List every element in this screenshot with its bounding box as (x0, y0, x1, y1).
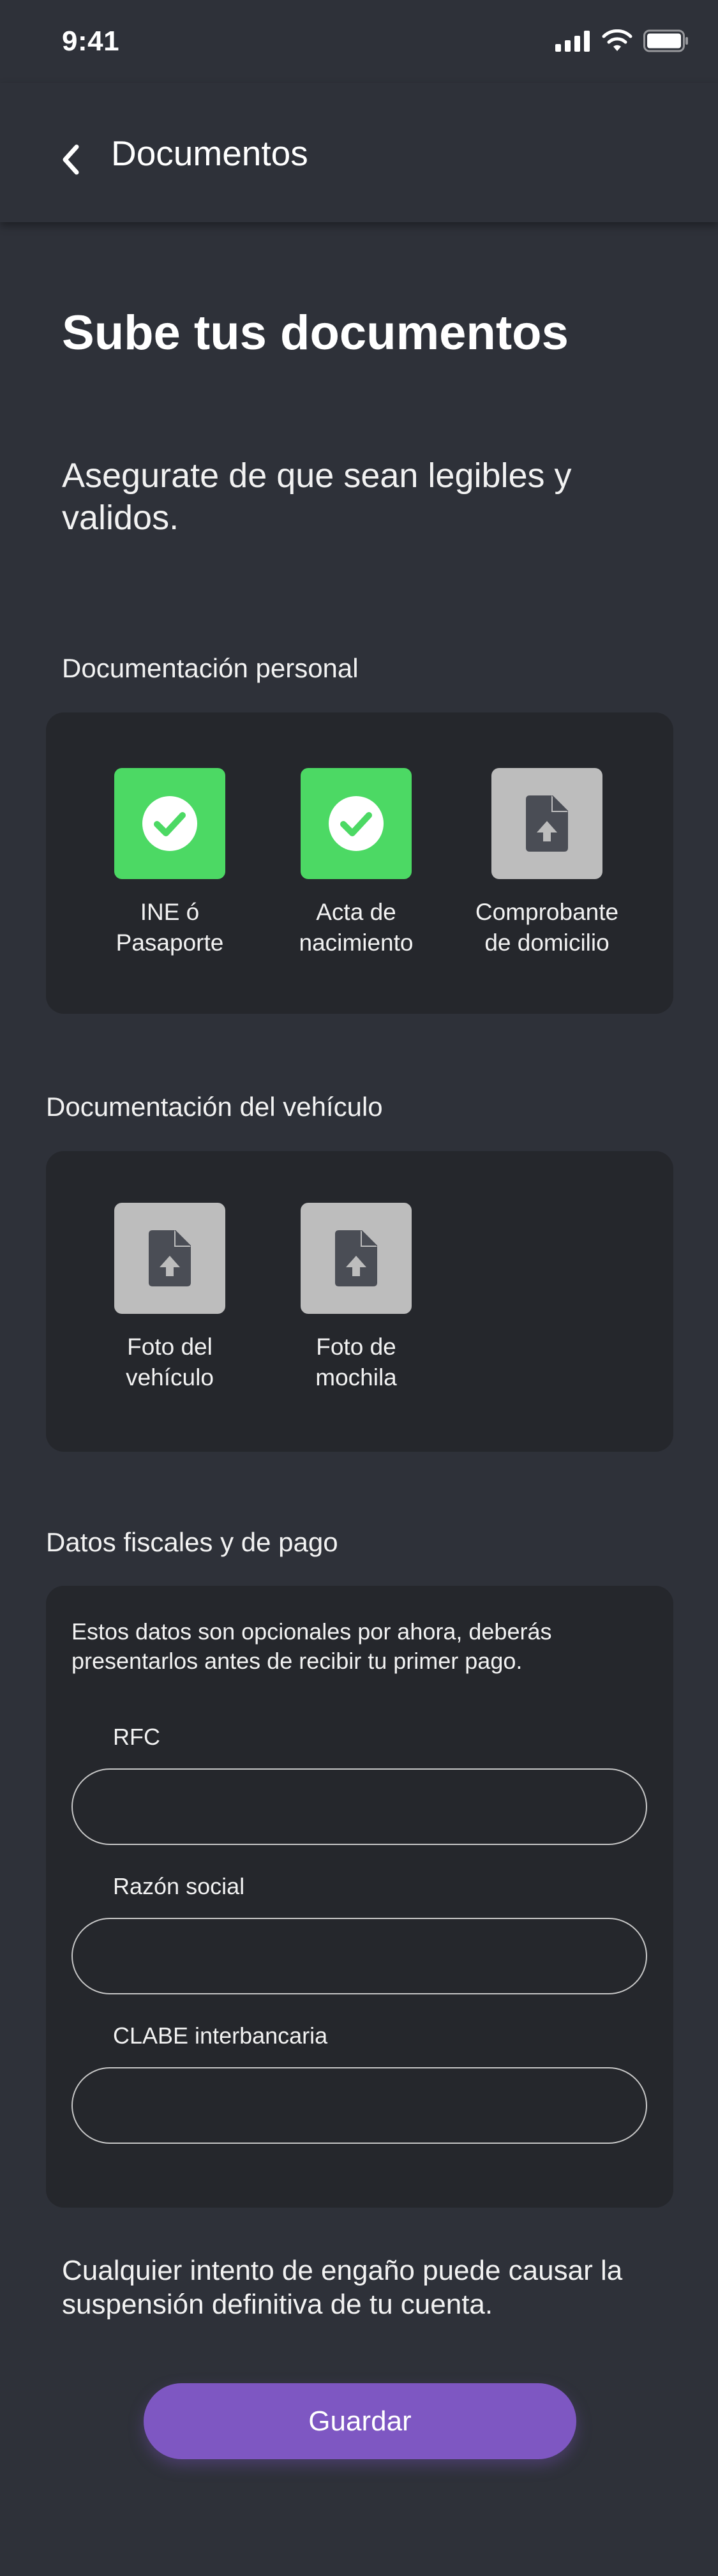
page-subtitle: Asegurate de que sean legibles y validos… (62, 456, 572, 537)
personal-docs-title: Documentación personal (62, 653, 359, 683)
personal-docs-card: INE ó Pasaporte Acta de nacimiento Compr… (46, 712, 673, 1014)
check-icon (329, 796, 384, 851)
file-upload-icon (335, 1230, 377, 1286)
doc-tile-uploaded (301, 768, 412, 879)
rfc-input[interactable] (71, 1768, 647, 1845)
doc-label-line2: mochila (315, 1364, 397, 1390)
doc-label: Acta de nacimiento (254, 897, 458, 958)
doc-item-backpack-photo[interactable]: Foto de mochila (254, 1203, 458, 1393)
doc-item-birth-certificate[interactable]: Acta de nacimiento (254, 768, 458, 958)
doc-label-line2: vehículo (126, 1364, 214, 1390)
nav-title: Documentos (111, 133, 308, 173)
doc-label-line1: Comprobante (475, 899, 619, 925)
chevron-left-icon (63, 144, 79, 175)
fiscal-note: Estos datos son opcionales por ahora, de… (71, 1618, 552, 1674)
clabe-label: CLABE interbancaria (113, 2022, 328, 2049)
doc-item-ine[interactable]: INE ó Pasaporte (68, 768, 272, 958)
doc-label: Foto de mochila (254, 1332, 458, 1393)
doc-item-proof-of-address[interactable]: Comprobante de domicilio (445, 768, 649, 958)
check-icon (142, 796, 197, 851)
doc-item-vehicle-photo[interactable]: Foto del vehículo (68, 1203, 272, 1393)
status-bar: 9:41 (0, 0, 718, 83)
doc-tile-pending (301, 1203, 412, 1314)
doc-label: Foto del vehículo (68, 1332, 272, 1393)
doc-label-line2: nacimiento (299, 930, 414, 956)
clabe-input[interactable] (71, 2067, 647, 2144)
doc-label-line1: Foto del (127, 1334, 213, 1360)
business-name-label: Razón social (113, 1873, 245, 1899)
signal-icon (555, 31, 590, 52)
status-time: 9:41 (62, 26, 120, 57)
business-name-input[interactable] (71, 1918, 647, 1994)
navigation-bar: Documentos (0, 83, 718, 222)
fiscal-title: Datos fiscales y de pago (46, 1527, 338, 1557)
fraud-warning: Cualquier intento de engaño puede causar… (62, 2255, 623, 2320)
doc-label-line2: Pasaporte (116, 930, 224, 956)
doc-tile-pending (114, 1203, 225, 1314)
back-button[interactable] (51, 134, 89, 185)
doc-label-line1: INE ó (140, 899, 200, 925)
page-title: Sube tus documentos (62, 306, 569, 360)
doc-tile-uploaded (114, 768, 225, 879)
file-upload-icon (526, 795, 568, 852)
wifi-icon (602, 29, 632, 51)
doc-label: INE ó Pasaporte (68, 897, 272, 958)
doc-label: Comprobante de domicilio (445, 897, 649, 958)
save-button[interactable]: Guardar (144, 2383, 576, 2459)
documents-screen: 9:41 Documentos Sube tus documentos Aseg… (0, 0, 718, 2576)
doc-label-line2: de domicilio (484, 930, 610, 956)
file-upload-icon (149, 1230, 191, 1286)
rfc-label: RFC (113, 1724, 160, 1750)
vehicle-docs-card: Foto del vehículo Foto de mochila (46, 1151, 673, 1452)
doc-tile-pending (491, 768, 602, 879)
vehicle-docs-title: Documentación del vehículo (46, 1092, 383, 1122)
doc-label-line1: Foto de (316, 1334, 396, 1360)
battery-icon (643, 29, 688, 52)
status-icons (555, 29, 689, 52)
doc-label-line1: Acta de (316, 899, 396, 925)
